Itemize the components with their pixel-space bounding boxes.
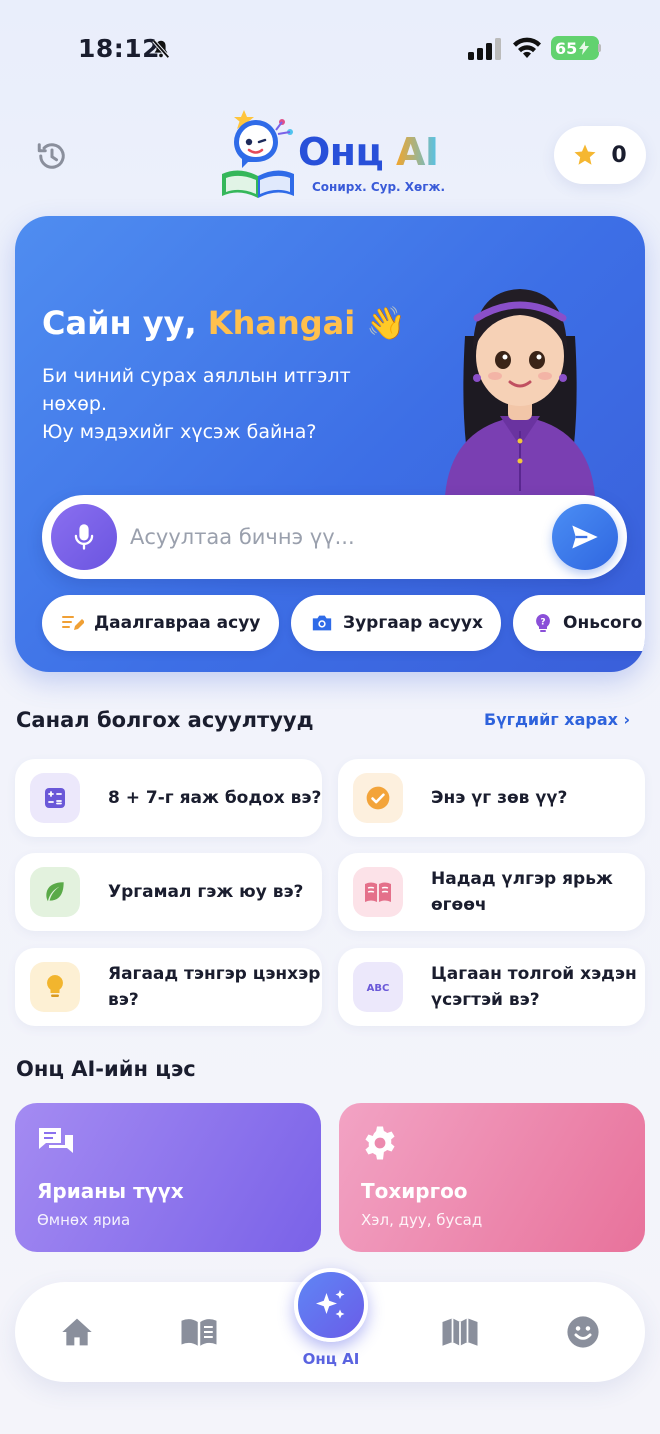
svg-text:ABC: ABC	[367, 983, 390, 994]
logo-title: Онц AI	[298, 130, 439, 174]
leaf-icon	[30, 867, 80, 917]
bottom-nav: Онц AI	[15, 1268, 645, 1382]
suggested-question-card[interactable]: Ургамал гэж юу вэ?	[15, 853, 322, 931]
status-bar: 18:12 65	[0, 0, 660, 100]
wave-emoji-icon: 👋	[366, 304, 407, 342]
question-text: Цагаан толгой хэдэн үсэгтэй вэ?	[431, 964, 637, 1010]
nav-onts-ai[interactable]	[294, 1268, 368, 1342]
stars-count: 0	[611, 142, 627, 168]
greeting-prefix: Сайн уу,	[42, 304, 197, 342]
charging-bolt-icon	[579, 41, 590, 55]
hero-description: Би чиний сурах аяллын итгэлт нөхөр. Юу м…	[42, 362, 402, 446]
battery-indicator: 65	[551, 36, 599, 60]
question-text: Ургамал гэж юу вэ?	[108, 882, 304, 902]
question-text: Яагаад тэнгэр цэнхэр вэ?	[108, 964, 321, 1010]
bell-muted-icon	[152, 39, 170, 59]
chat-history-card[interactable]: Ярианы түүх Өмнөх яриа	[15, 1103, 321, 1252]
suggested-section-title: Санал болгох асуултууд	[16, 708, 314, 732]
battery-tip	[598, 44, 601, 52]
cellular-signal-icon	[468, 38, 501, 60]
wifi-icon	[513, 37, 541, 58]
history-button[interactable]	[28, 132, 76, 180]
gear-icon	[365, 1126, 395, 1160]
stars-counter[interactable]: 0	[554, 126, 646, 184]
hero-greeting: Сайн уу, Khangai 👋	[42, 304, 406, 342]
hero-description-line: Юу мэдэхийг хүсэж байна?	[42, 421, 317, 443]
map-book-icon	[442, 1318, 478, 1346]
suggested-question-card[interactable]: ABC Цагаан толгой хэдэн үсэгтэй вэ?	[338, 948, 645, 1026]
menu-item-subtitle: Хэл, дуу, бусад	[361, 1211, 483, 1229]
ask-bar	[42, 495, 627, 579]
battery-level: 65	[555, 38, 578, 58]
home-icon	[62, 1318, 92, 1346]
see-all-link[interactable]: Бүгдийг харах ›	[484, 710, 630, 729]
logo-title-ai: AI	[395, 130, 439, 174]
question-text: Надад үлгэр ярьж өгөөч	[431, 869, 613, 915]
status-time: 18:12	[78, 34, 161, 63]
check-circle-icon	[353, 773, 403, 823]
settings-card[interactable]: Тохиргоо Хэл, дуу, бусад	[339, 1103, 645, 1252]
tutor-girl-illustration	[445, 289, 595, 496]
hero-card: Сайн уу, Khangai 👋 Би чиний сурах аяллын…	[15, 216, 645, 672]
nav-stories[interactable]	[438, 1312, 482, 1352]
chip-label: Оньсого	[563, 613, 643, 633]
suggested-question-card[interactable]: 8 + 7-г яаж бодох вэ?	[15, 759, 322, 837]
chip-ask-photo[interactable]: Зургаар асуух	[291, 595, 501, 651]
nav-home[interactable]	[55, 1312, 99, 1352]
nav-library[interactable]	[177, 1312, 221, 1352]
menu-item-title: Тохиргоо	[361, 1179, 468, 1203]
question-input[interactable]	[130, 515, 550, 559]
send-button[interactable]	[552, 504, 618, 570]
history-clock-icon	[37, 143, 65, 169]
lightbulb-icon	[30, 962, 80, 1012]
logo-tagline: Сонирх. Сур. Хөгж.	[312, 180, 446, 194]
book-icon	[181, 1319, 217, 1346]
smiley-icon	[567, 1316, 599, 1348]
question-bulb-icon: ?	[536, 614, 550, 632]
microphone-icon	[74, 524, 94, 550]
question-text: Энэ үг зөв үү?	[431, 788, 568, 808]
send-arrow-icon	[572, 525, 598, 549]
mic-button[interactable]	[51, 504, 117, 570]
menu-section-title: Онц AI-ийн цэс	[16, 1057, 196, 1081]
chip-label: Зургаар асуух	[343, 613, 483, 633]
pencil-list-icon	[62, 616, 84, 630]
user-name: Khangai	[207, 304, 356, 342]
svg-text:?: ?	[540, 618, 545, 628]
open-book-icon	[353, 867, 403, 917]
suggested-question-card[interactable]: Яагаад тэнгэр цэнхэр вэ?	[15, 948, 322, 1026]
abc-icon: ABC	[353, 962, 403, 1012]
robot-book-mascot-icon	[222, 110, 294, 198]
hero-description-line: нөхөр.	[42, 393, 108, 415]
chip-ask-homework[interactable]: Даалгавраа асуу	[42, 595, 279, 651]
chip-riddle[interactable]: ? Оньсого	[513, 595, 645, 651]
suggested-question-card[interactable]: Энэ үг зөв үү?	[338, 759, 645, 837]
suggested-question-card[interactable]: Надад үлгэр ярьж өгөөч	[338, 853, 645, 931]
sparkles-icon	[316, 1290, 345, 1319]
calculator-icon	[30, 773, 80, 823]
star-icon	[574, 144, 596, 165]
hero-description-line: Би чиний сурах аяллын итгэлт	[42, 365, 351, 387]
nav-center-label: Онц AI	[302, 1350, 360, 1368]
menu-item-subtitle: Өмнөх яриа	[37, 1211, 131, 1229]
app-logo: Онц AI Сонирх. Сур. Хөгж.	[220, 108, 446, 204]
chat-bubbles-icon	[39, 1128, 73, 1153]
camera-icon	[312, 615, 332, 631]
logo-title-main: Онц	[298, 130, 384, 174]
question-text: 8 + 7-г яаж бодох вэ?	[108, 788, 322, 808]
menu-item-title: Ярианы түүх	[37, 1179, 184, 1203]
nav-profile[interactable]	[561, 1312, 605, 1352]
chip-label: Даалгавраа асуу	[94, 613, 261, 633]
